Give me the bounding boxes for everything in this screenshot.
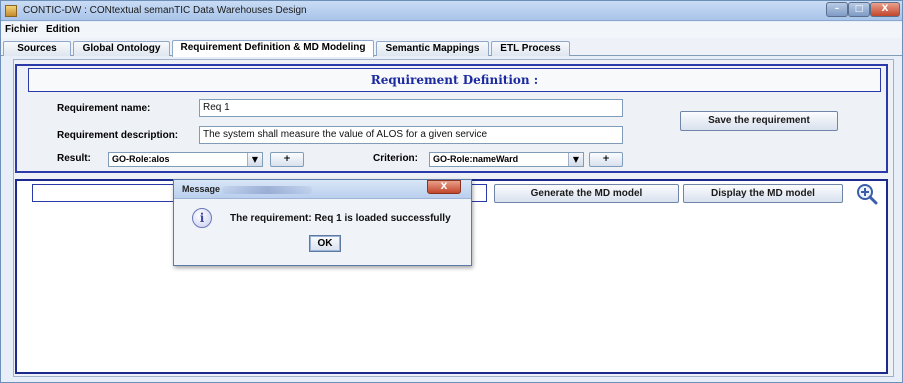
tab-requirement-definition[interactable]: Requirement Definition & MD Modeling bbox=[172, 40, 374, 57]
menu-fichier[interactable]: Fichier bbox=[5, 24, 38, 35]
generate-md-model-button[interactable]: Generate the MD model bbox=[494, 184, 679, 203]
app-window: CONTIC-DW : CONtextual semanTIC Data War… bbox=[0, 0, 903, 383]
window-title: CONTIC-DW : CONtextual semanTIC Data War… bbox=[23, 5, 307, 16]
display-md-model-button[interactable]: Display the MD model bbox=[683, 184, 843, 203]
tab-global-ontology[interactable]: Global Ontology bbox=[73, 41, 170, 56]
dialog-title-bar: Message X bbox=[174, 180, 471, 199]
tab-sources[interactable]: Sources bbox=[3, 41, 71, 56]
requirement-name-label: Requirement name: bbox=[57, 103, 151, 114]
result-add-button[interactable]: + bbox=[270, 152, 304, 167]
requirement-description-field[interactable]: The system shall measure the value of AL… bbox=[199, 126, 623, 144]
result-select-value: GO-Role:alos bbox=[112, 154, 170, 164]
requirement-name-field[interactable]: Req 1 bbox=[199, 99, 623, 117]
minimize-button[interactable]: – bbox=[826, 2, 848, 17]
menu-edition[interactable]: Edition bbox=[46, 24, 80, 35]
tab-semantic-mappings[interactable]: Semantic Mappings bbox=[376, 41, 489, 56]
requirement-header: Requirement Definition : bbox=[28, 68, 881, 92]
criterion-add-button[interactable]: + bbox=[589, 152, 623, 167]
dialog-message: The requirement: Req 1 is loaded success… bbox=[230, 213, 451, 224]
criterion-label: Criterion: bbox=[373, 153, 418, 164]
save-requirement-button[interactable]: Save the requirement bbox=[680, 111, 838, 131]
zoom-in-icon[interactable] bbox=[856, 183, 878, 205]
chevron-down-icon[interactable]: ▼ bbox=[247, 153, 262, 166]
chevron-down-icon[interactable]: ▼ bbox=[568, 153, 583, 166]
tab-bar: Sources Global Ontology Requirement Defi… bbox=[1, 38, 902, 57]
dialog-close-button[interactable]: X bbox=[427, 180, 461, 194]
result-select[interactable]: GO-Role:alos ▼ bbox=[108, 152, 263, 167]
info-icon: i bbox=[192, 208, 212, 228]
dialog-title: Message bbox=[182, 184, 221, 194]
maximize-button[interactable]: □ bbox=[848, 2, 870, 17]
menu-bar: Fichier Edition bbox=[1, 22, 902, 38]
message-dialog: Message X i The requirement: Req 1 is lo… bbox=[173, 179, 472, 266]
criterion-select[interactable]: GO-Role:nameWard ▼ bbox=[429, 152, 584, 167]
title-bar: CONTIC-DW : CONtextual semanTIC Data War… bbox=[1, 1, 902, 21]
ok-button[interactable]: OK bbox=[309, 235, 341, 252]
result-label: Result: bbox=[57, 153, 91, 164]
app-icon bbox=[5, 5, 17, 17]
dialog-title-blur bbox=[222, 186, 312, 194]
criterion-select-value: GO-Role:nameWard bbox=[433, 154, 519, 164]
tab-etl-process[interactable]: ETL Process bbox=[491, 41, 570, 56]
requirement-description-label: Requirement description: bbox=[57, 130, 179, 141]
close-button[interactable]: X bbox=[870, 2, 900, 17]
